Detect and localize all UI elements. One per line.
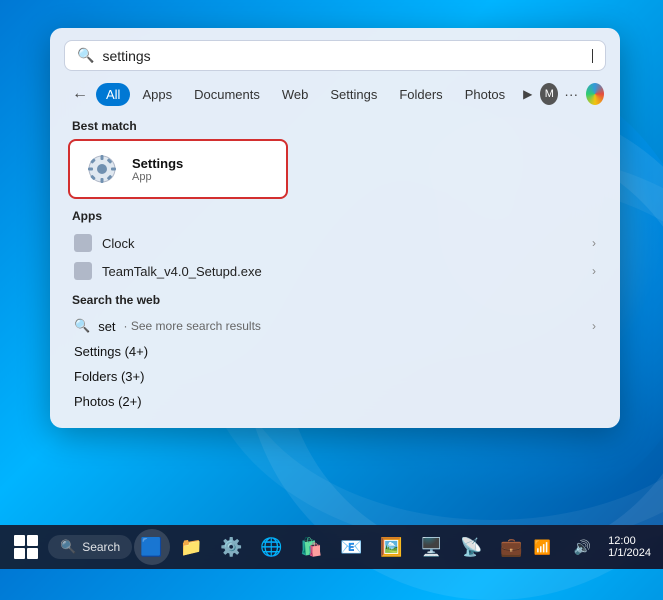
taskbar-mail-icon[interactable]: 📧 bbox=[334, 529, 370, 565]
edge-icon[interactable] bbox=[586, 83, 604, 105]
clock-app-name: Clock bbox=[102, 236, 135, 251]
web-search-row[interactable]: 🔍 set · See more search results › bbox=[68, 313, 602, 339]
tab-web[interactable]: Web bbox=[272, 83, 319, 106]
app-row-teamtalk[interactable]: TeamTalk_v4.0_Setupd.exe › bbox=[68, 257, 602, 285]
taskbar: 🔍 Search 🟦 📁 ⚙️ 🌐 🛍️ 📧 🖼️ 🖥️ 📡 bbox=[0, 525, 663, 569]
filter-tabs: ← All Apps Documents Web Settings Folder… bbox=[64, 81, 606, 107]
teamtalk-app-icon bbox=[74, 262, 92, 280]
taskbar-search[interactable]: 🔍 Search bbox=[48, 535, 132, 559]
teamtalk-app-name: TeamTalk_v4.0_Setupd.exe bbox=[102, 264, 262, 279]
tray-clock[interactable]: 12:001/1/2024 bbox=[604, 529, 655, 565]
best-match-item[interactable]: Settings App bbox=[68, 139, 288, 199]
web-sublabel: · See more search results bbox=[124, 319, 261, 333]
app-row-clock[interactable]: Clock › bbox=[68, 229, 602, 257]
taskbar-remote-icon[interactable]: 📡 bbox=[454, 529, 490, 565]
tab-all[interactable]: All bbox=[96, 83, 130, 106]
apps-list: Clock › TeamTalk_v4.0_Setupd.exe › bbox=[68, 229, 602, 285]
folders-expand-label: Folders (3+) bbox=[74, 369, 144, 384]
web-chevron: › bbox=[592, 319, 596, 333]
photos-expand-row[interactable]: Photos (2+) bbox=[68, 389, 602, 414]
folders-expand-row[interactable]: Folders (3+) bbox=[68, 364, 602, 389]
taskbar-photos-icon[interactable]: 🖼️ bbox=[374, 529, 410, 565]
taskbar-tray: 📶 🔊 12:001/1/2024 bbox=[524, 529, 655, 565]
tab-apps[interactable]: Apps bbox=[132, 83, 182, 106]
tray-volume-icon[interactable]: 🔊 bbox=[564, 529, 600, 565]
taskbar-teams-icon[interactable]: 💼 bbox=[494, 529, 530, 565]
settings-expand-label: Settings (4+) bbox=[74, 344, 148, 359]
search-input[interactable] bbox=[102, 48, 591, 64]
tab-photos[interactable]: Photos bbox=[455, 83, 515, 106]
settings-app-type: App bbox=[132, 171, 183, 183]
taskbar-search-icon: 🔍 bbox=[60, 539, 76, 555]
more-tabs-button[interactable]: ▶ bbox=[517, 83, 538, 105]
tab-documents[interactable]: Documents bbox=[184, 83, 270, 106]
search-panel: 🔍 ← All Apps Documents Web Settings Fold… bbox=[50, 28, 620, 428]
taskbar-edge-icon[interactable]: 🌐 bbox=[254, 529, 290, 565]
tray-network-icon[interactable]: 📶 bbox=[524, 529, 560, 565]
teamtalk-chevron: › bbox=[592, 264, 596, 278]
web-section-label: Search the web bbox=[68, 293, 602, 307]
taskbar-settings-icon[interactable]: ⚙️ bbox=[214, 529, 250, 565]
taskbar-terminal-icon[interactable]: 🖥️ bbox=[414, 529, 450, 565]
cursor bbox=[592, 49, 594, 63]
taskbar-store-icon[interactable]: 🛍️ bbox=[294, 529, 330, 565]
photos-expand-label: Photos (2+) bbox=[74, 394, 142, 409]
search-results: Best match bbox=[64, 119, 606, 414]
taskbar-explorer-icon[interactable]: 📁 bbox=[174, 529, 210, 565]
apps-section-label: Apps bbox=[68, 209, 602, 223]
web-query: set bbox=[98, 319, 115, 334]
taskbar-widget-icon[interactable]: 🟦 bbox=[134, 529, 170, 565]
best-match-label: Best match bbox=[68, 119, 602, 133]
taskbar-left: 🔍 Search bbox=[8, 529, 132, 565]
start-button[interactable] bbox=[8, 529, 44, 565]
tab-settings[interactable]: Settings bbox=[320, 83, 387, 106]
settings-app-name: Settings bbox=[132, 156, 183, 171]
tab-folders[interactable]: Folders bbox=[389, 83, 452, 106]
settings-app-icon bbox=[84, 151, 120, 187]
m-button[interactable]: M bbox=[540, 83, 558, 105]
settings-app-info: Settings App bbox=[132, 156, 183, 183]
search-icon: 🔍 bbox=[77, 47, 94, 64]
settings-expand-row[interactable]: Settings (4+) bbox=[68, 339, 602, 364]
more-options-button[interactable]: ··· bbox=[560, 82, 582, 106]
clock-chevron: › bbox=[592, 236, 596, 250]
clock-app-icon bbox=[74, 234, 92, 252]
back-button[interactable]: ← bbox=[66, 81, 94, 107]
search-bar[interactable]: 🔍 bbox=[64, 40, 606, 71]
web-search-icon: 🔍 bbox=[74, 318, 90, 334]
start-icon bbox=[12, 533, 40, 561]
taskbar-center: 🟦 📁 ⚙️ 🌐 🛍️ 📧 🖼️ 🖥️ 📡 💼 bbox=[134, 529, 530, 565]
taskbar-search-label: Search bbox=[82, 540, 120, 554]
